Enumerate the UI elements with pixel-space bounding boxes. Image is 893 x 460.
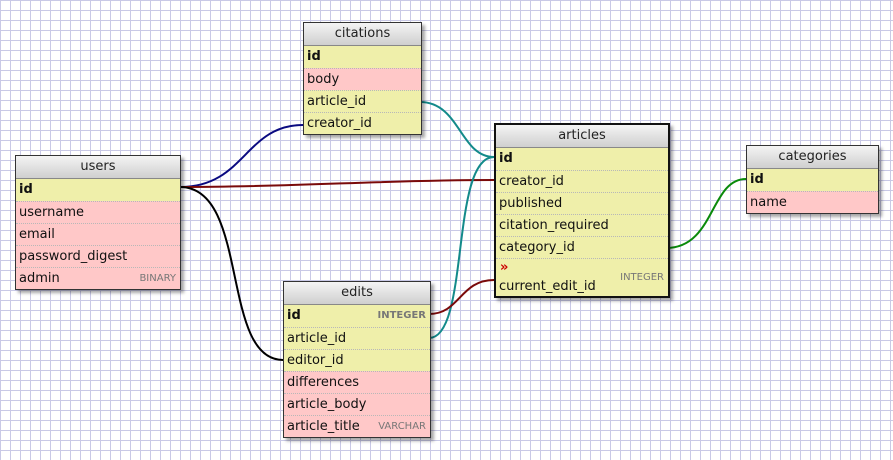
foreign-key-arrow-icon: » xyxy=(500,260,509,275)
table-title-users[interactable]: users xyxy=(16,156,180,179)
table-articles[interactable]: articles id creator_id published citatio… xyxy=(494,123,670,298)
field-users-admin[interactable]: admin BINARY xyxy=(16,267,180,289)
field-citations-body[interactable]: body xyxy=(304,68,421,90)
field-articles-citation-required[interactable]: citation_required xyxy=(496,214,668,236)
table-title-edits[interactable]: edits xyxy=(284,282,430,305)
field-users-email[interactable]: email xyxy=(16,223,180,245)
field-citations-article-id[interactable]: article_id xyxy=(304,90,421,112)
table-categories[interactable]: categories id name xyxy=(746,145,879,214)
field-edits-differences[interactable]: differences xyxy=(284,371,430,393)
field-users-id[interactable]: id xyxy=(16,179,180,201)
field-articles-creator-id[interactable]: creator_id xyxy=(496,170,668,192)
field-articles-published[interactable]: published xyxy=(496,192,668,214)
field-categories-name[interactable]: name xyxy=(747,191,878,213)
table-citations[interactable]: citations id body article_id creator_id xyxy=(303,22,422,135)
field-users-password-digest[interactable]: password_digest xyxy=(16,245,180,267)
field-citations-creator-id[interactable]: creator_id xyxy=(304,112,421,134)
relation-edits-article-id-to-articles-id xyxy=(428,156,495,339)
relation-articles-category-id-to-categories-id xyxy=(665,178,747,249)
field-articles-category-id[interactable]: category_id xyxy=(496,236,668,258)
table-edits[interactable]: edits id INTEGER article_id editor_id dif… xyxy=(283,281,431,438)
table-title-categories[interactable]: categories xyxy=(747,146,878,169)
field-edits-article-body[interactable]: article_body xyxy=(284,393,430,415)
field-edits-article-title[interactable]: article_title VARCHAR xyxy=(284,415,430,437)
field-edits-editor-id[interactable]: editor_id xyxy=(284,349,430,371)
field-type-label: BINARY xyxy=(139,273,176,284)
field-edits-article-id[interactable]: article_id xyxy=(284,327,430,349)
field-articles-id[interactable]: id xyxy=(496,148,668,170)
table-title-articles[interactable]: articles xyxy=(496,125,668,148)
field-edits-id[interactable]: id INTEGER xyxy=(284,305,430,327)
field-citations-id[interactable]: id xyxy=(304,46,421,68)
relation-articles-creator-id-to-users-id xyxy=(179,179,495,188)
relation-citations-creator-id-to-users-id xyxy=(179,124,304,188)
relation-edits-editor-id-to-users-id xyxy=(179,186,284,361)
table-title-citations[interactable]: citations xyxy=(304,23,421,46)
field-articles-current-edit-id[interactable]: » current_edit_id INTEGER xyxy=(496,258,668,296)
field-categories-id[interactable]: id xyxy=(747,169,878,191)
field-users-username[interactable]: username xyxy=(16,201,180,223)
field-type-label: INTEGER xyxy=(377,310,426,321)
table-users[interactable]: users id username email password_digest … xyxy=(15,155,181,290)
relation-citations-article-id-to-articles-id xyxy=(419,101,495,158)
relation-articles-current-edit-id-to-edits-id xyxy=(428,279,495,315)
field-type-label: INTEGER xyxy=(620,272,664,283)
field-type-label: VARCHAR xyxy=(378,421,426,432)
